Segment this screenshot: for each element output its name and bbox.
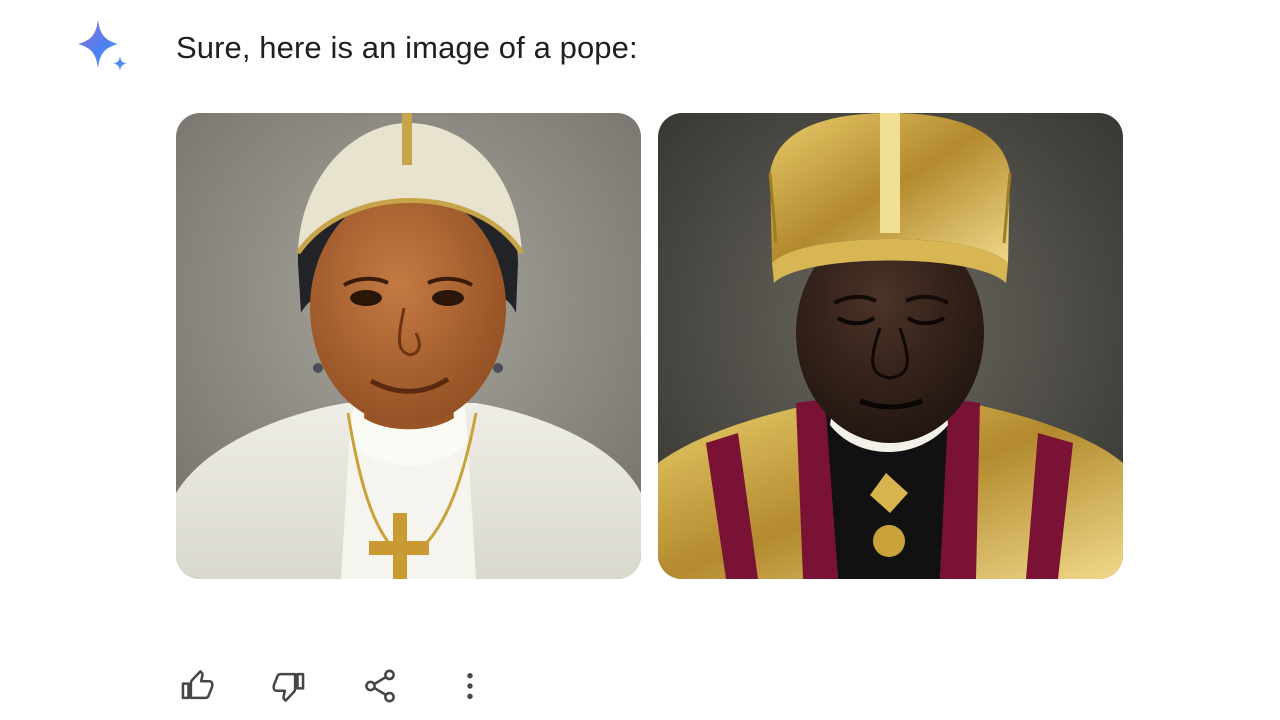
thumbs-down-button[interactable]: [266, 664, 310, 708]
more-vert-icon: [467, 673, 473, 699]
thumbs-up-button[interactable]: [176, 664, 220, 708]
response-text: Sure, here is an image of a pope:: [176, 30, 638, 65]
thumbs-up-icon: [181, 670, 214, 700]
share-button[interactable]: [358, 664, 402, 708]
share-icon: [365, 669, 395, 703]
generated-image-2[interactable]: [658, 113, 1123, 579]
gemini-sparkle-icon: [72, 18, 132, 78]
more-options-button[interactable]: [448, 664, 492, 708]
generated-image-1[interactable]: [176, 113, 641, 579]
thumbs-down-icon: [272, 672, 305, 702]
